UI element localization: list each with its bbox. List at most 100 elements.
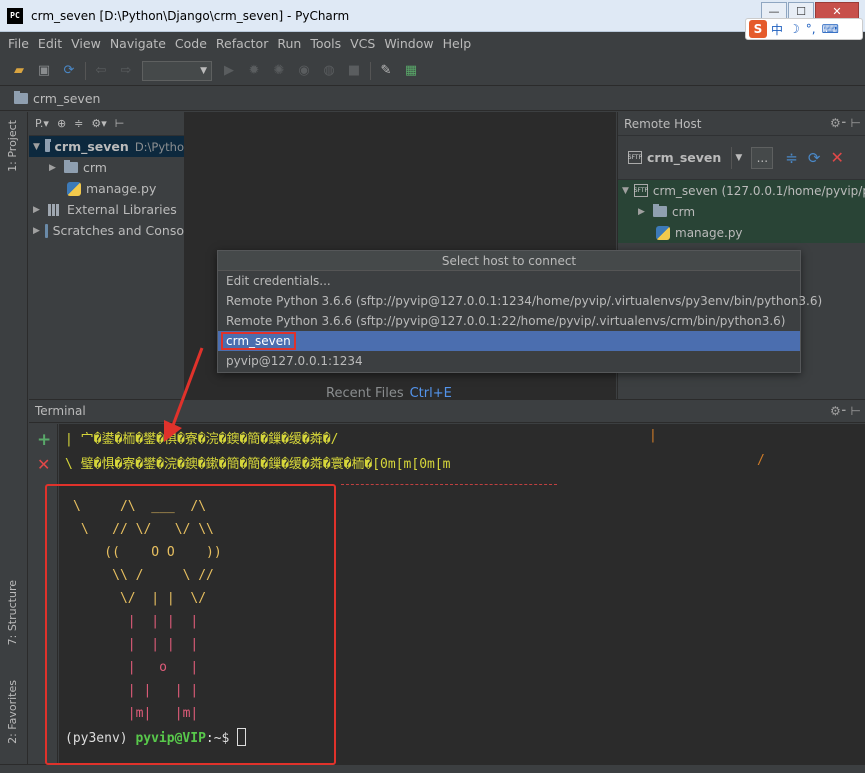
left-tool-strip: 1: Project 7: Structure 2: Favorites [0,112,28,773]
panel-controls[interactable]: ⚙⁃ ⊢ [830,116,861,130]
select-host-popup: Select host to connect Edit credentials.… [217,250,822,373]
popup-item-pyvip-host[interactable]: pyvip@127.0.0.1:1234 [218,351,800,371]
status-bar [0,764,865,773]
popup-item-crm-seven[interactable]: crm_seven [218,331,800,351]
remote-tree-label: manage.py [675,225,743,240]
collapsed-arrow-icon[interactable]: ▶ [33,205,43,215]
tree-item-root[interactable]: ▼ crm_seven D:\Pytho [29,136,184,157]
menu-help[interactable]: Help [443,36,472,51]
collapsed-arrow-icon[interactable]: ▶ [33,226,40,236]
terminal-line-end: | [649,428,657,443]
run-config-select[interactable]: ▼ [142,60,212,81]
menu-run[interactable]: Run [277,36,301,51]
scratch-icon [44,223,48,238]
tab-structure[interactable]: 7: Structure [6,580,19,645]
ime-toolbar[interactable]: S 中 ☽ °, ⌨ [745,18,863,40]
popup-item-remote-python-crm[interactable]: Remote Python 3.6.6 (sftp://pyvip@127.0.… [218,311,800,331]
menu-navigate[interactable]: Navigate [110,36,166,51]
breadcrumb-project[interactable]: crm_seven [33,91,100,106]
popup-item-edit-credentials[interactable]: Edit credentials... [218,271,800,291]
remote-tree-label: crm [672,204,696,219]
remote-host-title: Remote Host [624,116,702,131]
popup-item-label: crm_seven [221,332,296,350]
terminal-title: Terminal [35,404,86,418]
remote-tree-manage[interactable]: manage.py [618,222,865,243]
expand-arrow-icon[interactable]: ▼ [622,186,629,196]
breadcrumb: crm_seven [0,87,865,111]
main-toolbar: ▰ ▣ ⟳ ⇦ ⇨ ▼ ▶ ✹ ✺ ◉ ◍ ■ ✎ ▦ [0,56,865,86]
server-icon: SFTP [634,184,648,197]
window-title: crm_seven [D:\Python\Django\crm_seven] -… [31,8,350,23]
folder-icon [44,139,51,152]
server-icon: SFTP [628,151,642,164]
collapse-icon[interactable]: ≑ [74,117,83,130]
remote-tree-root[interactable]: ▼ SFTP crm_seven (127.0.0.1/home/pyvip/p… [618,180,865,201]
collapsed-arrow-icon[interactable]: ▶ [49,163,59,173]
tree-item-path: D:\Pytho [134,139,184,154]
menu-view[interactable]: View [71,36,101,51]
tree-item-external-libraries[interactable]: ▶ External Libraries [29,199,184,220]
terminal-line-end: / [757,453,765,468]
coverage-icon[interactable]: ✺ [270,62,288,80]
collapse-all-icon[interactable]: ≑ [785,149,798,167]
gear-icon[interactable]: ⚙▾ [91,117,106,130]
run-icon[interactable]: ▶ [220,62,238,80]
menu-code[interactable]: Code [175,36,207,51]
menu-file[interactable]: File [8,36,29,51]
remote-host-header: Remote Host ⚙⁃ ⊢ [618,112,865,136]
keyboard-icon[interactable]: ⌨ [822,22,839,36]
remote-host-name[interactable]: crm_seven [647,150,721,165]
close-session-icon[interactable]: ✕ [37,455,50,474]
host-dropdown-icon[interactable]: ▼ [731,146,745,169]
forward-icon[interactable]: ⇨ [117,62,135,80]
tree-item-manage[interactable]: manage.py [29,178,184,199]
popup-item-remote-python-py3env[interactable]: Remote Python 3.6.6 (sftp://pyvip@127.0.… [218,291,822,311]
tab-favorites[interactable]: 2: Favorites [6,680,19,744]
refresh-icon[interactable]: ⟳ [808,149,821,167]
debug-icon[interactable]: ✹ [245,62,263,80]
menu-refactor[interactable]: Refactor [216,36,268,51]
save-icon[interactable]: ▣ [35,62,53,80]
locate-icon[interactable]: ⊕ [57,117,66,130]
punct-icon[interactable]: °, [806,22,816,36]
profile-icon[interactable]: ◉ [295,62,313,80]
project-view-select[interactable]: P.▾ [35,117,49,130]
toolbar-separator [85,61,86,80]
menu-bar: File Edit View Navigate Code Refactor Ru… [0,32,865,54]
concurrency-icon[interactable]: ◍ [320,62,338,80]
panel-controls[interactable]: ⚙⁃ ⊢ [830,404,861,418]
annotation-arrow [164,347,204,442]
menu-window[interactable]: Window [384,36,433,51]
expand-arrow-icon[interactable]: ▼ [33,142,40,152]
tree-item-crm[interactable]: ▶ crm [29,157,184,178]
moon-icon[interactable]: ☽ [789,22,800,36]
tree-item-label: Scratches and Conso [52,223,184,238]
open-folder-icon[interactable]: ▰ [10,62,28,80]
collapsed-arrow-icon[interactable]: ▶ [638,207,648,217]
settings-wrench-icon[interactable]: ✎ [377,62,395,80]
menu-edit[interactable]: Edit [38,36,62,51]
menu-tools[interactable]: Tools [310,36,341,51]
menu-vcs[interactable]: VCS [350,36,375,51]
new-session-icon[interactable]: + [37,430,51,450]
python-file-icon [67,181,81,196]
sync-icon[interactable]: ⟳ [60,62,78,80]
popup-title: Select host to connect [218,251,800,271]
stop-icon[interactable]: ■ [345,62,363,80]
tree-item-label: External Libraries [67,202,177,217]
back-icon[interactable]: ⇦ [92,62,110,80]
disconnect-icon[interactable]: ✕ [830,148,843,167]
remote-tree-crm[interactable]: ▶ crm [618,201,865,222]
pycharm-icon: PC [7,7,23,24]
terminal-escape-codes: [0m[m[0m[m [372,457,451,472]
tab-project[interactable]: 1: Project [6,120,19,172]
remote-tree-label: crm_seven (127.0.0.1/home/pyvip/pr [652,183,865,198]
host-more-button[interactable]: ... [751,146,774,169]
ime-lang[interactable]: 中 [771,21,783,38]
project-structure-icon[interactable]: ▦ [402,62,420,80]
sogou-icon[interactable]: S [749,20,767,38]
terminal-dashes [341,484,557,485]
tree-item-scratches[interactable]: ▶ Scratches and Conso [29,220,184,241]
annotation-highlight-box [45,484,336,765]
hide-icon[interactable]: ⊢ [115,117,125,130]
